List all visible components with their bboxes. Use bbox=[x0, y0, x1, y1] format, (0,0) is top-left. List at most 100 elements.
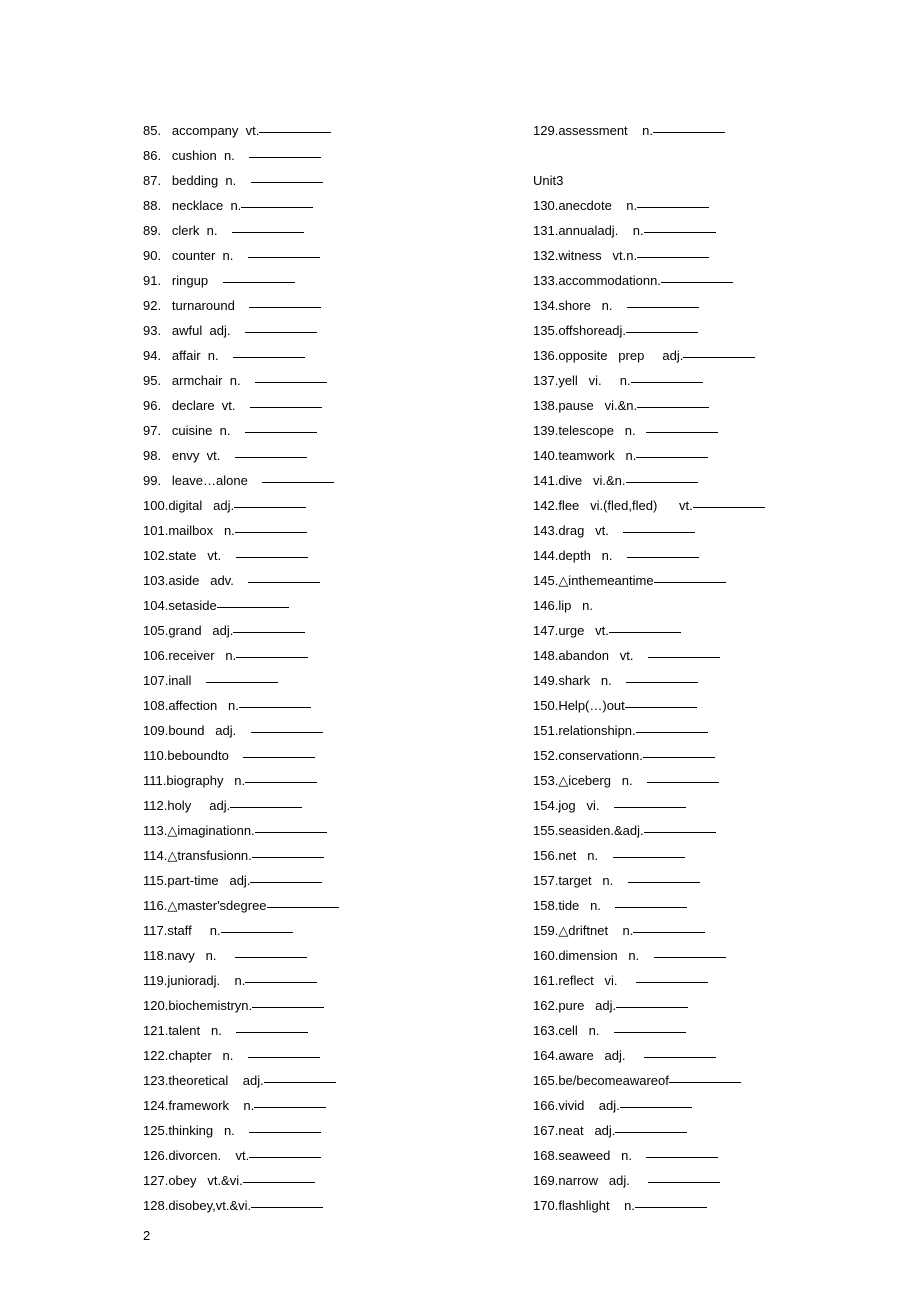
entry-number: 111. bbox=[143, 773, 166, 788]
entry-text: telescope n. bbox=[558, 423, 646, 438]
fill-blank bbox=[252, 1007, 324, 1008]
entry-number: 169. bbox=[533, 1173, 558, 1188]
fill-blank bbox=[235, 457, 307, 458]
vocab-entry: 154.jog vi. bbox=[533, 793, 863, 818]
fill-blank bbox=[626, 482, 698, 483]
entry-text: setaside bbox=[168, 598, 216, 613]
entry-text: beboundto bbox=[167, 748, 243, 763]
fill-blank bbox=[623, 532, 695, 533]
vocab-entry: 156.net n. bbox=[533, 843, 863, 868]
entry-text: abandon vt. bbox=[558, 648, 648, 663]
entry-text: inall bbox=[168, 673, 206, 688]
vocab-entry: 142.flee vi.(fled,fled) vt. bbox=[533, 493, 863, 518]
fill-blank bbox=[235, 957, 307, 958]
fill-blank bbox=[615, 1132, 687, 1133]
entry-number: 156. bbox=[533, 848, 558, 863]
vocab-entry: 160.dimension n. bbox=[533, 943, 863, 968]
fill-blank bbox=[251, 732, 323, 733]
entry-number: 167. bbox=[533, 1123, 558, 1138]
vocab-entry: 89. clerk n. bbox=[143, 218, 443, 243]
entry-number: 100. bbox=[143, 498, 168, 513]
vocab-entry: 168.seaweed n. bbox=[533, 1143, 863, 1168]
vocab-entry: 132.witness vt.n. bbox=[533, 243, 863, 268]
entry-number: 138. bbox=[533, 398, 558, 413]
entry-number: 163. bbox=[533, 1023, 558, 1038]
vocab-entry: 140.teamwork n. bbox=[533, 443, 863, 468]
fill-blank bbox=[613, 857, 685, 858]
vocab-entry: 107.inall bbox=[143, 668, 443, 693]
vocab-entry: 133.accommodationn. bbox=[533, 268, 863, 293]
entry-text: accommodationn. bbox=[558, 273, 661, 288]
vocab-entry: 121.talent n. bbox=[143, 1018, 443, 1043]
entry-number: 125. bbox=[143, 1123, 168, 1138]
entry-number: 158. bbox=[533, 898, 558, 913]
entry-number: 165. bbox=[533, 1073, 558, 1088]
entry-number: 104. bbox=[143, 598, 168, 613]
entry-text: biochemistryn. bbox=[168, 998, 252, 1013]
fill-blank bbox=[654, 957, 726, 958]
entry-text: Help(…)out bbox=[558, 698, 624, 713]
entry-number: 99. bbox=[143, 473, 172, 488]
fill-blank bbox=[637, 257, 709, 258]
fill-blank bbox=[637, 207, 709, 208]
vocab-entry: 166.vivid adj. bbox=[533, 1093, 863, 1118]
vocab-entry: 126.divorcen. vt. bbox=[143, 1143, 443, 1168]
vocab-entry: 103.aside adv. bbox=[143, 568, 443, 593]
entry-number: 147. bbox=[533, 623, 558, 638]
entry-text: annualadj. n. bbox=[558, 223, 643, 238]
entry-text: seasiden.&adj. bbox=[558, 823, 643, 838]
entry-number: 97. bbox=[143, 423, 172, 438]
vocab-entry: 91. ringup bbox=[143, 268, 443, 293]
vocab-entry: 96. declare vt. bbox=[143, 393, 443, 418]
fill-blank bbox=[644, 1057, 716, 1058]
entry-text: ringup bbox=[172, 273, 223, 288]
entry-number: 141. bbox=[533, 473, 558, 488]
entry-text: narrow adj. bbox=[558, 1173, 648, 1188]
vocab-entry: 98. envy vt. bbox=[143, 443, 443, 468]
right-column: 129.assessment n.Unit3130.anecdote n.131… bbox=[533, 118, 863, 1218]
entry-text: declare vt. bbox=[172, 398, 250, 413]
entry-text: digital adj. bbox=[168, 498, 234, 513]
entry-text: biography n. bbox=[166, 773, 245, 788]
entry-text: offshoreadj. bbox=[558, 323, 626, 338]
entry-text: △iceberg n. bbox=[558, 773, 647, 788]
fill-blank bbox=[625, 707, 697, 708]
entry-number: 155. bbox=[533, 823, 558, 838]
fill-blank bbox=[252, 857, 324, 858]
vocab-entry: 165.be/becomeawareof bbox=[533, 1068, 863, 1093]
entry-number: 160. bbox=[533, 948, 558, 963]
vocab-entry: 119.junioradj. n. bbox=[143, 968, 443, 993]
fill-blank bbox=[669, 1082, 741, 1083]
entry-number: 108. bbox=[143, 698, 168, 713]
vocab-entry: 151.relationshipn. bbox=[533, 718, 863, 743]
fill-blank bbox=[633, 932, 705, 933]
vocab-entry: 112.holy adj. bbox=[143, 793, 443, 818]
fill-blank bbox=[644, 832, 716, 833]
fill-blank bbox=[245, 432, 317, 433]
entry-text: dive vi.&n. bbox=[558, 473, 625, 488]
fill-blank bbox=[615, 907, 687, 908]
fill-blank bbox=[648, 657, 720, 658]
fill-blank bbox=[643, 757, 715, 758]
entry-text: △imaginationn. bbox=[167, 823, 254, 838]
left-column: 85. accompany vt.86. cushion n. 87. bedd… bbox=[143, 118, 443, 1218]
entry-text: envy vt. bbox=[172, 448, 235, 463]
fill-blank bbox=[609, 632, 681, 633]
vocab-entry: 118.navy n. bbox=[143, 943, 443, 968]
vocab-entry: 150.Help(…)out bbox=[533, 693, 863, 718]
entry-text: aside adv. bbox=[168, 573, 248, 588]
entry-number: 161. bbox=[533, 973, 558, 988]
entry-text: net n. bbox=[558, 848, 612, 863]
fill-blank bbox=[248, 257, 320, 258]
fill-blank bbox=[646, 432, 718, 433]
fill-blank bbox=[248, 582, 320, 583]
entry-text: shark n. bbox=[558, 673, 626, 688]
vocab-entry: 138.pause vi.&n. bbox=[533, 393, 863, 418]
fill-blank bbox=[245, 332, 317, 333]
fill-blank bbox=[614, 1032, 686, 1033]
entry-text: bound adj. bbox=[168, 723, 250, 738]
fill-blank bbox=[206, 682, 278, 683]
fill-blank bbox=[616, 1007, 688, 1008]
fill-blank bbox=[245, 782, 317, 783]
fill-blank bbox=[249, 307, 321, 308]
